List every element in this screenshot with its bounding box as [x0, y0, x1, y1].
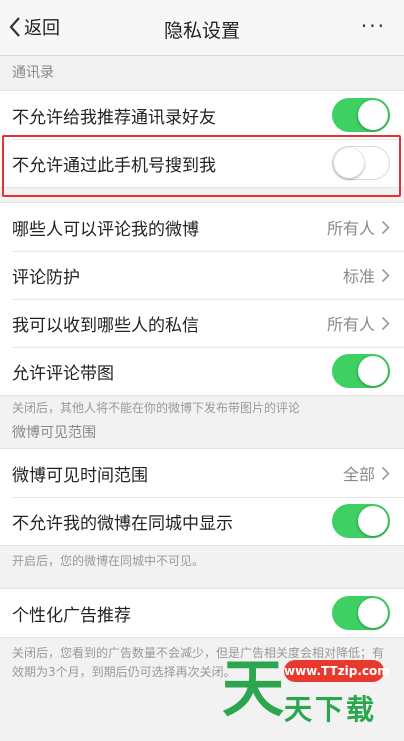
setting-label: 评论防护: [12, 267, 80, 288]
toggle-knob: [334, 148, 364, 178]
ads-group: 个性化广告推荐: [0, 588, 404, 638]
setting-row-visible-time-range[interactable]: 微博可见时间范围 全部: [0, 449, 404, 497]
setting-row-no-recommend-contacts: 不允许给我推荐通讯录好友: [0, 91, 404, 139]
comment-images-toggle[interactable]: [332, 354, 390, 388]
toggle-knob: [358, 598, 388, 628]
section-label-visibility: 微博可见范围: [12, 425, 96, 441]
no-recommend-contacts-toggle[interactable]: [332, 98, 390, 132]
page-title: 隐私设置: [163, 20, 240, 42]
setting-value: 所有人: [326, 219, 375, 238]
setting-value: 所有人: [326, 315, 375, 334]
setting-row-comment-protection[interactable]: 评论防护 标准: [0, 251, 404, 299]
contacts-group: 不允许给我推荐通讯录好友 不允许通过此手机号搜到我: [0, 90, 404, 188]
setting-row-who-can-comment[interactable]: 哪些人可以评论我的微博 所有人: [0, 203, 404, 251]
setting-label: 哪些人可以评论我的微博: [12, 219, 199, 240]
setting-row-personalized-ads: 个性化广告推荐: [0, 589, 404, 637]
setting-label: 微博可见时间范围: [12, 465, 148, 486]
visibility-group: 微博可见时间范围 全部 不允许我的微博在同城中显示: [0, 448, 404, 546]
watermark-logo: 天 www.TTzip.com 天下载: [222, 648, 404, 730]
setting-label: 不允许通过此手机号搜到我: [12, 155, 216, 176]
setting-label: 不允许给我推荐通讯录好友: [12, 107, 216, 128]
watermark-url: www.TTzip.com: [284, 660, 390, 682]
toggle-knob: [358, 100, 388, 130]
chevron-right-icon: [381, 268, 390, 282]
watermark-glyph: 天: [222, 652, 285, 725]
setting-label: 不允许我的微博在同城中显示: [12, 513, 233, 534]
setting-row-no-phone-search: 不允许通过此手机号搜到我: [0, 139, 404, 187]
watermark-text: 天下载: [284, 693, 378, 726]
chevron-right-icon: [381, 220, 390, 234]
setting-row-comment-images: 允许评论带图: [0, 347, 404, 395]
comments-group: 哪些人可以评论我的微博 所有人 评论防护 标准 我可以收到哪些人的私信 所有人 …: [0, 202, 404, 396]
setting-value: 标准: [342, 267, 375, 286]
hide-in-local-note: 开启后，您的微博在同城中不可见。: [12, 554, 205, 568]
chevron-right-icon: [381, 316, 390, 330]
comment-images-note: 关闭后，其他人将不能在你的微博下发布带图片的评论: [12, 401, 301, 415]
chevron-right-icon: [381, 466, 390, 480]
top-bar: 返回 隐私设置 ···: [0, 0, 404, 56]
section-label-contacts: 通讯录: [12, 65, 54, 81]
toggle-knob: [358, 356, 388, 386]
setting-row-private-messages[interactable]: 我可以收到哪些人的私信 所有人: [0, 299, 404, 347]
setting-label: 我可以收到哪些人的私信: [12, 315, 199, 336]
personalized-ads-toggle[interactable]: [332, 596, 390, 630]
more-menu-icon[interactable]: ···: [361, 14, 386, 38]
setting-label: 个性化广告推荐: [12, 605, 131, 626]
setting-value: 全部: [342, 465, 375, 484]
toggle-knob: [358, 506, 388, 536]
hide-in-local-toggle[interactable]: [332, 504, 390, 538]
setting-row-hide-in-local: 不允许我的微博在同城中显示: [0, 497, 404, 545]
setting-label: 允许评论带图: [12, 363, 114, 384]
no-phone-search-toggle[interactable]: [332, 146, 390, 180]
